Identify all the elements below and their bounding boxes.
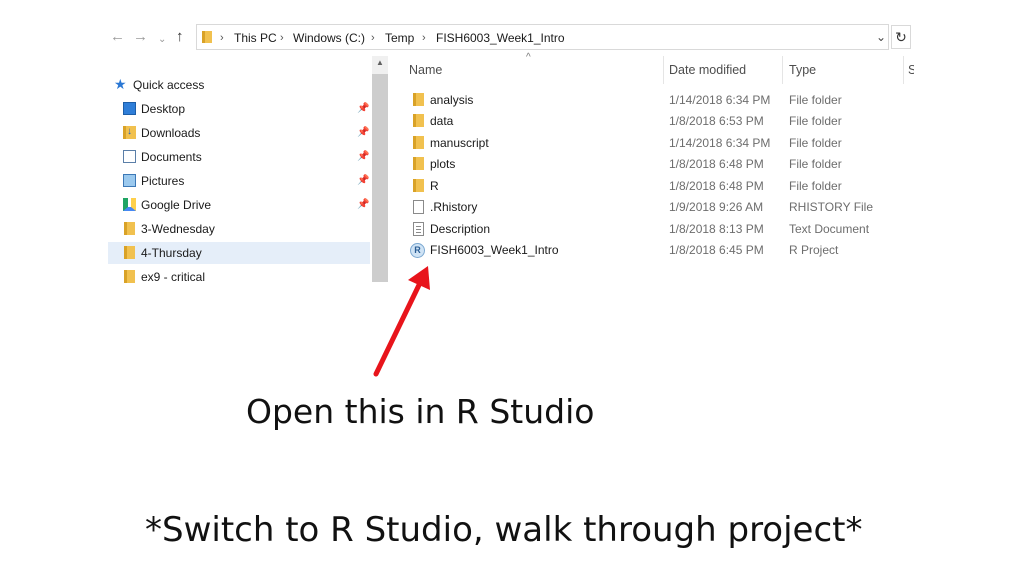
footer-text: *Switch to R Studio, walk through projec… xyxy=(145,510,863,550)
arrow-shaft xyxy=(373,282,422,377)
annotation-arrow xyxy=(373,266,430,377)
annotation-text: Open this in R Studio xyxy=(246,392,595,431)
